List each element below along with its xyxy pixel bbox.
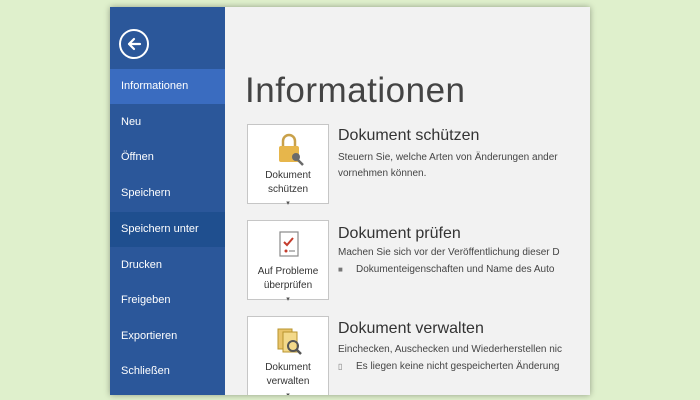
chevron-down-icon: ▾ [286,296,290,303]
protect-document-button[interactable]: Dokument schützen ▾ [247,124,329,207]
nav-schliessen[interactable]: Schließen [110,354,225,389]
nav-neu[interactable]: Neu [110,105,225,140]
nav-drucken[interactable]: Drucken [110,248,225,283]
nav-speichern-unter[interactable]: Speichern unter [110,212,225,247]
protect-section-desc-2: vornehmen können. [338,168,427,179]
chevron-down-icon: ▾ [286,200,290,207]
inspect-document-button[interactable]: Auf Probleme überprüfen ▾ [247,220,329,303]
manage-section-desc-1: Einchecken, Auschecken und Wiederherstel… [338,344,563,355]
arrow-left-icon [127,37,142,51]
backstage-window: Informationen Neu Öffnen Speichern Speic… [110,7,590,395]
manage-section-title: Dokument verwalten [338,320,484,337]
manage-document-button[interactable]: Dokument verwalten ▾ [247,316,329,395]
inspect-section-bullet: ■ Dokumenteigenschaften und Name des Auto [338,264,555,275]
manage-section-bullet: ▯ Es liegen keine nicht gespeicherten Änd… [338,361,560,372]
lock-key-icon [279,133,304,166]
inspect-section-title: Dokument prüfen [338,225,461,242]
nav-informationen[interactable]: Informationen [110,69,225,104]
nav-freigeben[interactable]: Freigeben [110,283,225,318]
info-panel: Informationen Dokument schützen ▾ Dokume… [225,7,590,395]
back-button[interactable] [119,29,149,59]
bullet-square-icon: ■ [338,265,343,274]
nav-exportieren[interactable]: Exportieren [110,319,225,354]
protect-section-title: Dokument schützen [338,127,480,144]
nav-oeffnen[interactable]: Öffnen [110,140,225,175]
protect-document-label: Dokument schützen ▾ [248,169,328,211]
manage-document-label: Dokument verwalten ▾ [248,361,328,395]
protect-section-desc-1: Steuern Sie, welche Arten von Änderungen… [338,152,558,163]
page-title: Informationen [245,71,466,110]
inspect-document-icon [279,231,299,257]
chevron-down-icon: ▾ [248,389,328,395]
document-icon: ▯ [338,362,343,371]
backstage-sidebar: Informationen Neu Öffnen Speichern Speic… [110,7,225,395]
inspect-section-desc-1: Machen Sie sich vor der Veröffentlichung… [338,247,560,258]
inspect-document-label: Auf Probleme überprüfen ▾ [248,265,328,307]
manage-document-icon [277,328,302,355]
nav-speichern[interactable]: Speichern [110,176,225,211]
